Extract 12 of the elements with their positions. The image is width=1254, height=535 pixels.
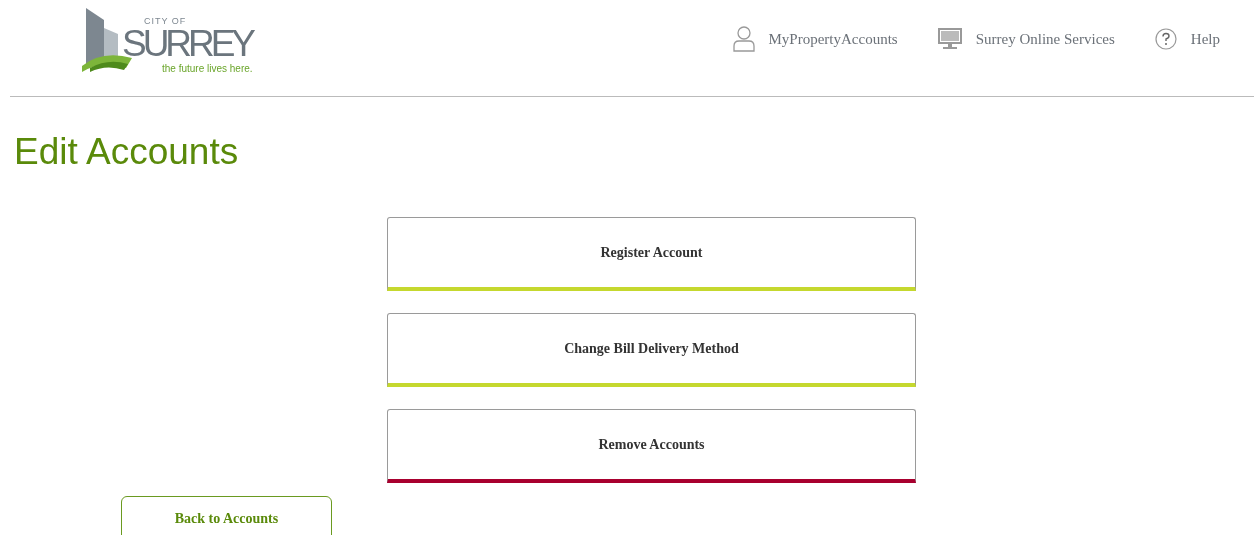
page-title: Edit Accounts — [14, 131, 240, 173]
help-icon — [1154, 28, 1177, 50]
city-logo[interactable]: CITY OF SURREY the future lives here. — [82, 6, 262, 76]
user-icon — [732, 26, 755, 52]
nav-link[interactable]: Surrey Online Services — [937, 26, 1115, 52]
action-button[interactable]: Register Account — [387, 217, 916, 291]
monitor-icon — [937, 28, 962, 50]
action-button[interactable]: Change Bill Delivery Method — [387, 313, 916, 387]
nav-link[interactable]: MyPropertyAccounts — [732, 26, 898, 52]
nav-link[interactable]: Help — [1154, 26, 1220, 52]
back-button[interactable]: Back to Accounts — [121, 496, 332, 535]
action-button[interactable]: Remove Accounts — [387, 409, 916, 483]
